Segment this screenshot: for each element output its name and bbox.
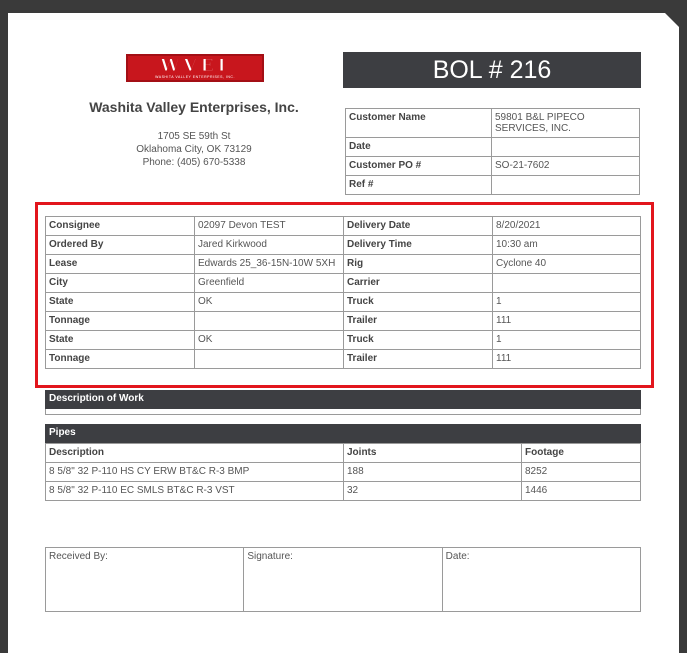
- table-cell-label: Rig: [343, 254, 493, 274]
- table-row: Lease Edwards 25_36-15N-10W 5XH Rig Cycl…: [45, 254, 641, 274]
- description-of-work-header: Description of Work: [45, 390, 641, 409]
- table-cell-value: 111: [492, 349, 641, 369]
- bol-title: BOL # 216: [343, 52, 641, 88]
- address-line-2: Oklahoma City, OK 73129: [136, 144, 252, 155]
- table-cell-label: Delivery Date: [343, 216, 493, 236]
- table-cell-label: Tonnage: [45, 311, 195, 331]
- table-row: State OK Truck 1: [45, 292, 641, 312]
- pipe-joints: 32: [343, 481, 522, 501]
- table-cell-label: Truck: [343, 330, 493, 350]
- table-row: State OK Truck 1: [45, 330, 641, 350]
- table-cell-label: Trailer: [343, 311, 493, 331]
- table-cell-value: [492, 273, 641, 293]
- consignee-table: Consignee 02097 Devon TEST Delivery Date…: [45, 216, 641, 369]
- table-row: Customer Name 59801 B&L PIPECO SERVICES,…: [345, 108, 640, 138]
- page-fold-corner: [665, 13, 679, 27]
- table-row: 8 5/8" 32 P-110 EC SMLS BT&C R-3 VST 32 …: [45, 481, 641, 501]
- table-row: Customer PO # SO-21-7602: [345, 156, 640, 176]
- table-cell-label: Delivery Time: [343, 235, 493, 255]
- signature-table: Received By: Signature: Date:: [44, 547, 642, 612]
- table-cell-value: Edwards 25_36-15N-10W 5XH: [194, 254, 344, 274]
- table-row: Ref #: [345, 175, 640, 195]
- pipe-description: 8 5/8" 32 P-110 HS CY ERW BT&C R-3 BMP: [45, 462, 344, 482]
- pipe-footage: 8252: [521, 462, 641, 482]
- table-cell-value: OK: [194, 292, 344, 312]
- table-row: Ordered By Jared Kirkwood Delivery Time …: [45, 235, 641, 255]
- table-cell-value: 111: [492, 311, 641, 331]
- table-cell-value: 1: [492, 330, 641, 350]
- table-row: 8 5/8" 32 P-110 HS CY ERW BT&C R-3 BMP 1…: [45, 462, 641, 482]
- table-cell-value: SO-21-7602: [491, 156, 640, 176]
- customer-table: Customer Name 59801 B&L PIPECO SERVICES,…: [345, 108, 640, 195]
- table-cell-value: 02097 Devon TEST: [194, 216, 344, 236]
- table-cell-label: Tonnage: [45, 349, 195, 369]
- table-cell-value: [491, 175, 640, 195]
- table-row: Consignee 02097 Devon TEST Delivery Date…: [45, 216, 641, 236]
- company-logo: WVEI WASHITA VALLEY ENTERPRISES, INC.: [126, 54, 264, 82]
- logo-subtext: WASHITA VALLEY ENTERPRISES, INC.: [155, 75, 235, 79]
- table-cell-value: Cyclone 40: [492, 254, 641, 274]
- table-row: Received By: Signature: Date:: [44, 547, 642, 612]
- table-cell-label: Customer PO #: [345, 156, 492, 176]
- column-header-joints: Joints: [343, 443, 522, 463]
- company-phone: Phone: (405) 670-5338: [142, 157, 246, 168]
- table-cell-value: OK: [194, 330, 344, 350]
- table-cell-value: 8/20/2021: [492, 216, 641, 236]
- table-cell-label: Truck: [343, 292, 493, 312]
- table-cell-label: Date: [345, 137, 492, 157]
- table-cell-label: Carrier: [343, 273, 493, 293]
- pipe-footage: 1446: [521, 481, 641, 501]
- table-cell-value: [194, 311, 344, 331]
- logo-mark: WVEI: [160, 56, 230, 76]
- table-cell-label: Ordered By: [45, 235, 195, 255]
- table-cell-label: State: [45, 292, 195, 312]
- table-cell-value: [194, 349, 344, 369]
- column-header-description: Description: [45, 443, 344, 463]
- table-cell-label: Lease: [45, 254, 195, 274]
- table-cell-label: Ref #: [345, 175, 492, 195]
- table-cell-value: Greenfield: [194, 273, 344, 293]
- column-header-footage: Footage: [521, 443, 641, 463]
- table-header-row: Description Joints Footage: [45, 443, 641, 463]
- description-of-work-body: [45, 409, 641, 415]
- table-cell-value: 59801 B&L PIPECO SERVICES, INC.: [491, 108, 640, 138]
- table-row: City Greenfield Carrier: [45, 273, 641, 293]
- company-address: 1705 SE 59th St Oklahoma City, OK 73129 …: [94, 130, 294, 169]
- signature-field: Signature:: [243, 547, 443, 612]
- table-cell-label: Consignee: [45, 216, 195, 236]
- table-row: Tonnage Trailer 111: [45, 311, 641, 331]
- table-cell-label: Trailer: [343, 349, 493, 369]
- table-cell-value: 10:30 am: [492, 235, 641, 255]
- company-name: Washita Valley Enterprises, Inc.: [89, 99, 299, 115]
- table-cell-value: Jared Kirkwood: [194, 235, 344, 255]
- table-cell-label: City: [45, 273, 195, 293]
- pipe-joints: 188: [343, 462, 522, 482]
- table-row: Tonnage Trailer 111: [45, 349, 641, 369]
- table-row: Date: [345, 137, 640, 157]
- pipe-description: 8 5/8" 32 P-110 EC SMLS BT&C R-3 VST: [45, 481, 344, 501]
- address-line-1: 1705 SE 59th St: [157, 131, 231, 142]
- table-cell-value: [491, 137, 640, 157]
- table-cell-label: State: [45, 330, 195, 350]
- table-cell-label: Customer Name: [345, 108, 492, 138]
- table-cell-value: 1: [492, 292, 641, 312]
- pipes-header: Pipes: [45, 424, 641, 443]
- pipes-table: Description Joints Footage 8 5/8" 32 P-1…: [45, 443, 641, 501]
- date-field: Date:: [441, 547, 642, 612]
- received-by-field: Received By:: [44, 547, 245, 612]
- bol-document-page: WVEI WASHITA VALLEY ENTERPRISES, INC. Wa…: [8, 13, 679, 653]
